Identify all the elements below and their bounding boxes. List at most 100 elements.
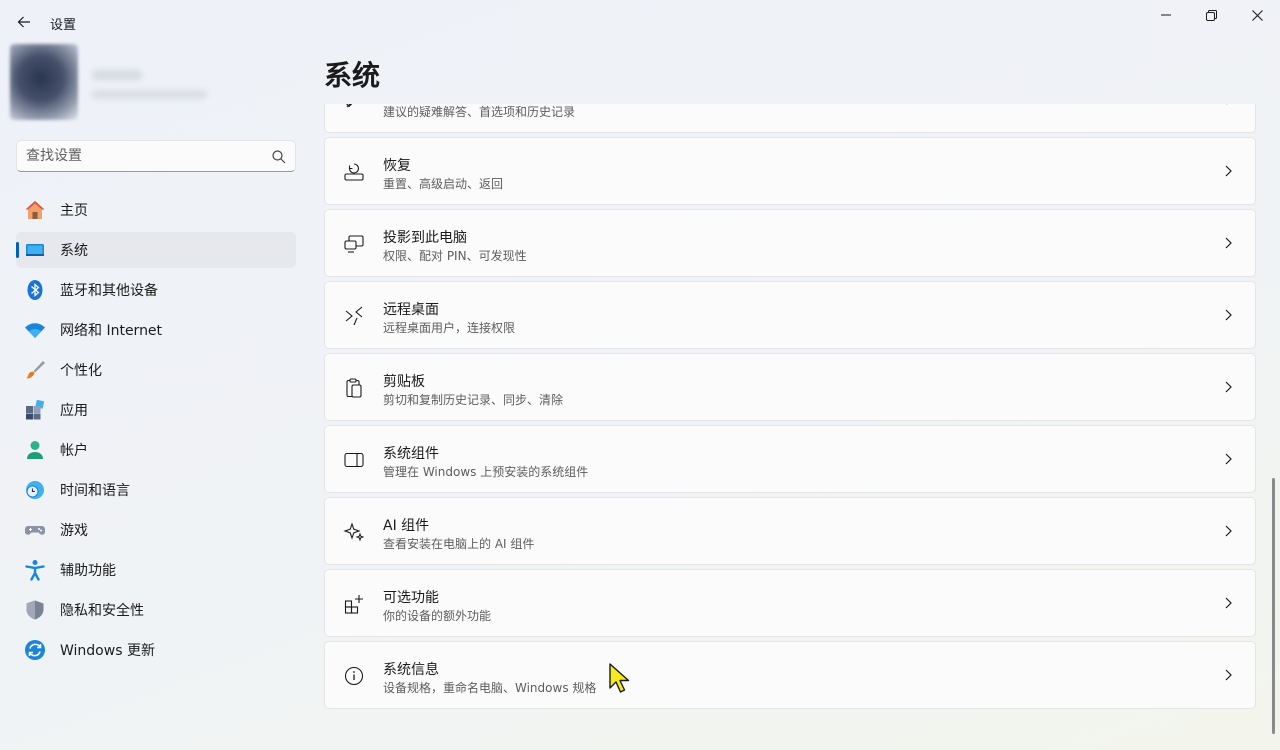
clipboard-icon — [346, 378, 362, 398]
sidebar-item-label: 辅助功能 — [60, 563, 116, 579]
scrollbar-thumb[interactable] — [1272, 478, 1275, 734]
card-subtitle: 建议的疑难解答、首选项和历史记录 — [383, 105, 576, 119]
account-icon — [27, 441, 43, 459]
sidebar-item-label: 蓝牙和其他设备 — [60, 283, 158, 299]
title-bar: 设置 — [0, 0, 1280, 44]
search-box[interactable] — [16, 140, 296, 172]
chevron-right-icon — [1225, 309, 1232, 321]
restore-icon — [1205, 9, 1217, 21]
avatar[interactable] — [10, 44, 78, 120]
shield-icon — [26, 600, 44, 620]
gamepad-icon — [25, 526, 45, 535]
bluetooth-icon — [27, 280, 43, 300]
wifi-icon — [25, 323, 45, 338]
components-icon — [344, 452, 364, 468]
sidebar-item-system[interactable]: 系统 — [16, 232, 296, 268]
settings-card-system-components[interactable]: 系统组件 管理在 Windows 上预安装的系统组件 — [324, 425, 1256, 493]
sidebar-item-time-language[interactable]: 时间和语言 — [16, 472, 296, 508]
chevron-right-icon — [1225, 381, 1232, 393]
app-title: 设置 — [50, 18, 77, 33]
remote-desktop-icon — [345, 306, 363, 326]
close-icon — [1251, 9, 1263, 21]
card-title: 系统信息 — [383, 662, 439, 678]
user-email-blurred — [92, 90, 207, 99]
settings-card-project[interactable]: 投影到此电脑 权限、配对 PIN、可发现性 — [324, 209, 1256, 277]
sidebar-item-home[interactable]: 主页 — [16, 192, 296, 228]
settings-card-recovery[interactable]: 恢复 重置、高级启动、返回 — [324, 137, 1256, 205]
sidebar-item-label: 应用 — [60, 403, 88, 419]
card-title: 剪贴板 — [383, 374, 425, 390]
chevron-right-icon — [1225, 237, 1232, 249]
sidebar-item-gaming[interactable]: 游戏 — [16, 512, 296, 548]
sidebar-item-accounts[interactable]: 帐户 — [16, 432, 296, 468]
chevron-right-icon — [1225, 165, 1232, 177]
sidebar-item-privacy[interactable]: 隐私和安全性 — [16, 592, 296, 628]
settings-card-optional-features[interactable]: 可选功能 你的设备的额外功能 — [324, 569, 1256, 637]
clock-globe-icon — [26, 481, 44, 499]
sidebar-item-bluetooth[interactable]: 蓝牙和其他设备 — [16, 272, 296, 308]
sidebar-item-personalization[interactable]: 个性化 — [16, 352, 296, 388]
card-subtitle: 查看安装在电脑上的 AI 组件 — [383, 537, 535, 551]
chevron-right-icon — [1225, 525, 1232, 537]
card-title: 远程桌面 — [383, 302, 439, 318]
settings-card-remote-desktop[interactable]: 远程桌面 远程桌面用户，连接权限 — [324, 281, 1256, 349]
sidebar-item-label: 个性化 — [60, 363, 102, 379]
card-subtitle: 重置、高级启动、返回 — [383, 177, 504, 191]
card-subtitle: 权限、配对 PIN、可发现性 — [383, 249, 527, 263]
settings-card-about[interactable]: 系统信息 设备规格，重命名电脑、Windows 规格 — [324, 641, 1256, 709]
sidebar-item-windows-update[interactable]: Windows 更新 — [16, 632, 296, 668]
minimize-icon — [1161, 14, 1171, 16]
settings-card-ai-components[interactable]: AI 组件 查看安装在电脑上的 AI 组件 — [324, 497, 1256, 565]
sidebar-item-label: 游戏 — [60, 523, 88, 539]
chevron-right-icon — [1225, 597, 1232, 609]
sidebar-nav: 主页 系统 蓝牙和其他设备 网络和 Internet 个性化 应用 帐户 时间和… — [16, 192, 296, 672]
card-subtitle: 管理在 Windows 上预安装的系统组件 — [383, 465, 589, 479]
chevron-right-icon — [1225, 669, 1232, 681]
sidebar-item-accessibility[interactable]: 辅助功能 — [16, 552, 296, 588]
chevron-right-icon — [1226, 104, 1227, 105]
search-icon[interactable] — [271, 149, 287, 165]
settings-list: 建议的疑难解答、首选项和历史记录 恢复 重置、高级启动、返回 投影到此电脑 权限… — [324, 104, 1256, 750]
mouse-cursor-icon — [609, 663, 630, 693]
back-arrow-icon — [17, 16, 30, 28]
sidebar-item-apps[interactable]: 应用 — [16, 392, 296, 428]
system-icon — [26, 244, 44, 256]
info-icon — [344, 666, 364, 686]
home-icon — [25, 201, 45, 219]
card-title: AI 组件 — [383, 518, 430, 534]
accessibility-icon — [25, 560, 45, 581]
settings-card-troubleshoot[interactable]: 建议的疑难解答、首选项和历史记录 — [324, 104, 1256, 133]
close-button[interactable] — [1234, 0, 1280, 30]
project-icon — [344, 235, 364, 253]
wrench-icon — [346, 104, 353, 108]
card-subtitle: 你的设备的额外功能 — [383, 609, 492, 623]
sparkle-icon — [343, 522, 365, 542]
chevron-right-icon — [1225, 453, 1232, 465]
user-name-blurred — [92, 70, 142, 80]
sidebar-item-network[interactable]: 网络和 Internet — [16, 312, 296, 348]
sidebar-item-label: 帐户 — [60, 443, 88, 459]
restore-button[interactable] — [1188, 0, 1234, 30]
update-icon — [25, 640, 45, 660]
card-title: 投影到此电脑 — [383, 230, 467, 246]
sidebar-item-label: 时间和语言 — [60, 483, 130, 499]
card-subtitle: 剪切和复制历史记录、同步、清除 — [383, 393, 564, 407]
sidebar-item-label: Windows 更新 — [60, 643, 155, 659]
optional-features-icon — [344, 595, 363, 614]
card-subtitle: 设备规格，重命名电脑、Windows 规格 — [383, 681, 597, 695]
sidebar-item-label: 隐私和安全性 — [60, 603, 144, 619]
card-title: 系统组件 — [383, 446, 439, 462]
search-input[interactable] — [26, 146, 266, 166]
card-title: 可选功能 — [383, 590, 439, 606]
brush-icon — [26, 361, 45, 379]
sidebar-item-label: 系统 — [60, 243, 88, 259]
card-title: 恢复 — [383, 158, 411, 174]
apps-icon — [26, 399, 45, 420]
settings-card-clipboard[interactable]: 剪贴板 剪切和复制历史记录、同步、清除 — [324, 353, 1256, 421]
sidebar-item-label: 网络和 Internet — [60, 323, 163, 339]
minimize-button[interactable] — [1143, 0, 1189, 30]
back-button[interactable] — [10, 8, 38, 36]
card-subtitle: 远程桌面用户，连接权限 — [383, 321, 516, 335]
sidebar-item-label: 主页 — [60, 203, 88, 219]
page-title: 系统 — [324, 59, 381, 92]
